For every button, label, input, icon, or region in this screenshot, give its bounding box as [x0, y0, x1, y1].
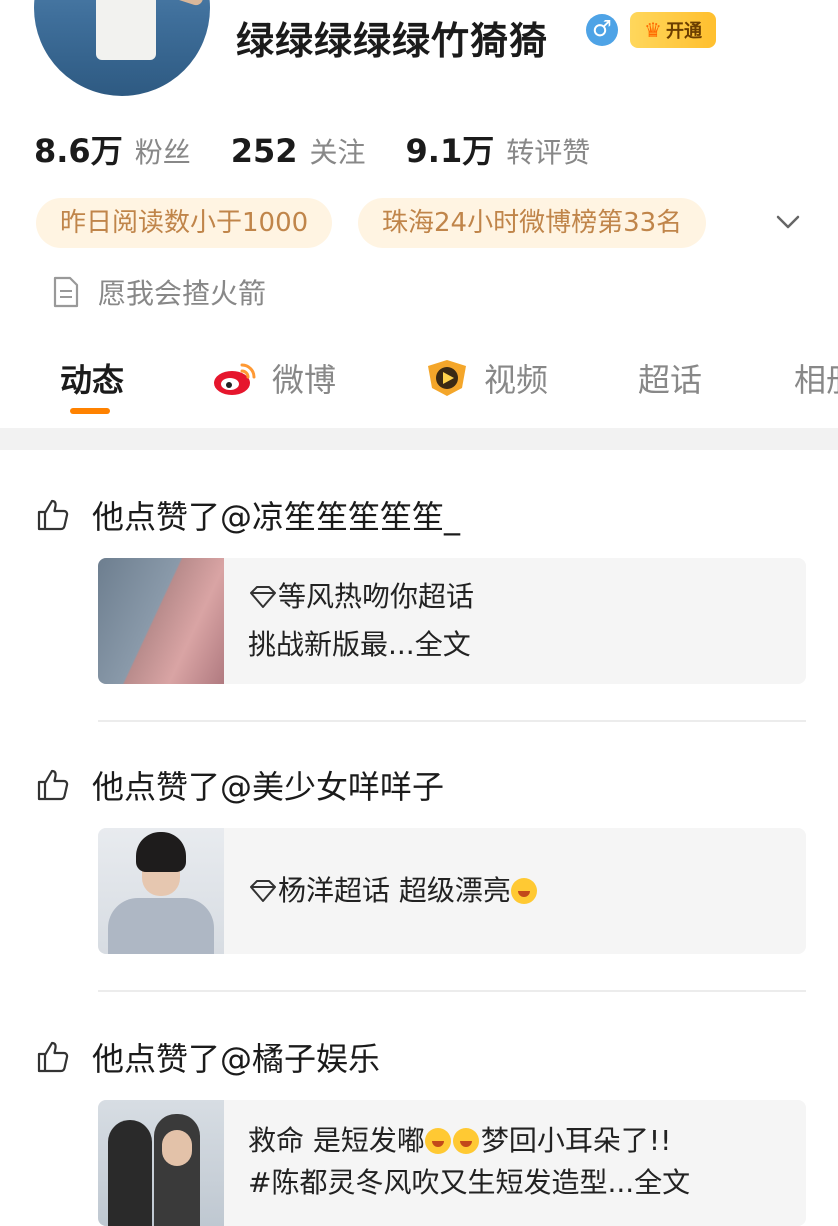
chevron-down-icon[interactable]	[772, 206, 804, 238]
stat-label: 转评赞	[506, 136, 591, 169]
tab-label: 动态	[60, 361, 125, 399]
tab-video[interactable]: 视频	[424, 348, 548, 408]
like-activity-row[interactable]: 他点赞了@橘子娱乐	[36, 1034, 380, 1080]
stat-reposts-comments-likes[interactable]: 9.1万 转评赞	[406, 126, 591, 172]
post-excerpt-line: 挑战新版最...全文	[248, 628, 471, 661]
crying-emoji-icon	[424, 1128, 451, 1154]
thumbs-up-icon	[37, 769, 69, 801]
bio-row: 愿我会揸火箭	[52, 272, 266, 312]
super-topic-diamond-icon	[250, 586, 276, 608]
profile-name: 绿绿绿绿绿竹猗猗	[236, 19, 549, 63]
stat-value: 252	[230, 132, 298, 170]
tab-album[interactable]: 相册	[794, 348, 838, 408]
weibo-logo-icon	[214, 363, 256, 395]
avatar-body	[96, 0, 156, 60]
like-activity-row[interactable]: 他点赞了@凉笙笙笙笙笙_	[36, 492, 460, 538]
tab-label: 相册	[794, 361, 838, 399]
active-tab-indicator	[70, 408, 110, 414]
tab-super-topic[interactable]: 超话	[638, 348, 702, 408]
profile-stats: 8.6万 粉丝 252 关注 9.1万 转评赞	[34, 126, 590, 172]
bio-text: 愿我会揸火箭	[98, 277, 267, 310]
super-topic-diamond-icon	[250, 880, 276, 902]
like-activity-text: 他点赞了@凉笙笙笙笙笙_	[92, 498, 461, 536]
feed-separator	[98, 990, 806, 992]
tab-label: 超话	[638, 361, 703, 399]
tab-label: 视频	[484, 361, 549, 399]
stat-value: 8.6万	[34, 132, 123, 170]
section-divider	[0, 428, 838, 450]
liked-post-card[interactable]: 救命 是短发嘟 梦回小耳朵了!! #陈都灵冬风吹又生短发造型...全文	[98, 1100, 806, 1226]
thumbs-up-icon	[37, 1041, 69, 1073]
crown-icon: ♛	[644, 18, 662, 42]
post-thumbnail	[98, 828, 224, 954]
profile-tabs: 动态 微博 视频 超话 相册	[0, 348, 838, 412]
video-play-icon	[428, 360, 466, 396]
male-gender-icon: ♂	[586, 14, 618, 46]
tab-activity[interactable]: 动态	[60, 348, 124, 408]
crying-emoji-icon	[452, 1128, 479, 1154]
post-excerpt-line: #陈都灵冬风吹又生短发造型...全文	[248, 1166, 691, 1199]
vip-open-button[interactable]: ♛ 开通	[630, 12, 716, 48]
like-activity-text: 他点赞了@橘子娱乐	[92, 1040, 381, 1078]
vip-label: 开通	[665, 21, 702, 42]
post-excerpt-line: 救命 是短发嘟	[248, 1124, 425, 1157]
post-excerpt-line: 梦回小耳朵了!!	[480, 1124, 672, 1157]
ranking-tag[interactable]: 珠海24小时微博榜第33名	[358, 198, 707, 248]
thumbs-up-icon	[37, 499, 69, 531]
post-excerpt-line: 等风热吻你超话	[278, 580, 475, 613]
post-thumbnail	[98, 1100, 224, 1226]
stat-label: 粉丝	[134, 136, 191, 169]
laughing-emoji-icon	[510, 878, 537, 904]
stat-label: 关注	[309, 136, 366, 169]
post-thumbnail	[98, 558, 224, 684]
reading-count-tag[interactable]: 昨日阅读数小于1000	[36, 198, 333, 248]
tab-label: 微博	[272, 361, 337, 399]
stat-followers[interactable]: 8.6万 粉丝	[34, 126, 191, 172]
document-icon	[53, 276, 79, 308]
like-activity-text: 他点赞了@美少女咩咩子	[92, 768, 445, 806]
liked-post-card[interactable]: 杨洋超话 超级漂亮	[98, 828, 806, 954]
post-excerpt-line: 杨洋超话 超级漂亮	[278, 874, 511, 907]
liked-post-card[interactable]: 等风热吻你超话 挑战新版最...全文	[98, 558, 806, 684]
avatar[interactable]	[34, 0, 210, 96]
stat-following[interactable]: 252 关注	[231, 131, 366, 171]
tab-weibo[interactable]: 微博	[212, 348, 336, 408]
feed-separator	[98, 720, 806, 722]
like-activity-row[interactable]: 他点赞了@美少女咩咩子	[36, 762, 444, 808]
stat-value: 9.1万	[405, 132, 495, 170]
